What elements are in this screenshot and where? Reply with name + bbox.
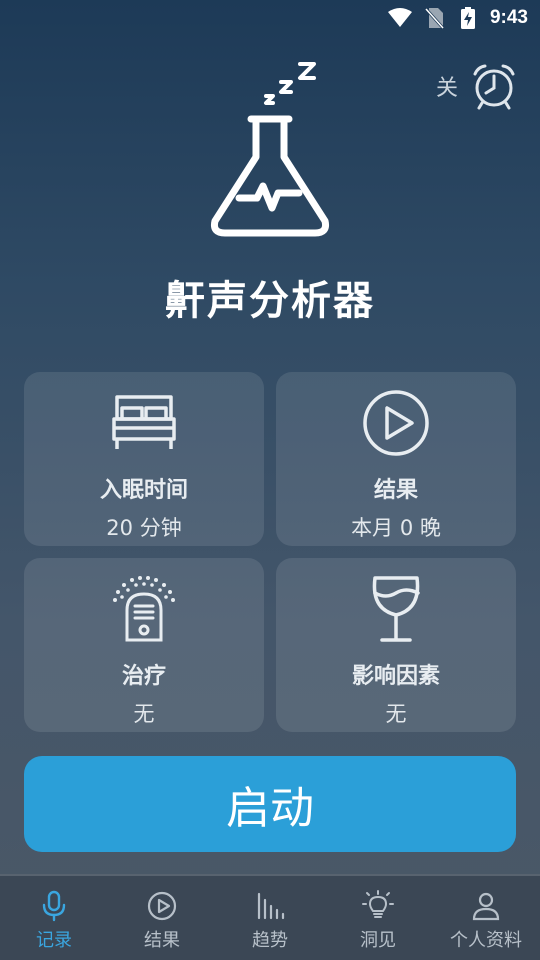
alarm-state-label: 关 [435,76,458,101]
alarm-clock-icon [473,64,515,110]
bar-chart-icon [257,892,285,920]
nav-label: 记录 [36,930,72,951]
results-value: 本月 0 晚 [351,516,441,540]
flask-logo-icon [211,115,329,237]
therapy-title: 治疗 [121,664,166,689]
play-circle-icon [360,388,432,458]
play-circle-icon [147,891,177,921]
nav-label: 结果 [144,930,180,951]
nav-item-profile[interactable]: 个人资料 [432,876,540,960]
sleep-onset-title: 入眠时间 [99,478,188,503]
bottom-nav: 记录 结果 趋势 洞见 个人资料 [0,874,540,960]
wine-glass-icon [360,574,432,644]
nav-item-results[interactable]: 结果 [108,876,216,960]
factors-title: 影响因素 [351,664,440,689]
nav-label: 个人资料 [450,930,522,951]
zzz-icon [264,62,316,105]
alarm-toggle[interactable]: 关 [436,62,518,110]
factors-value: 无 [385,702,407,726]
no-sim-icon [422,6,446,30]
sleep-onset-card[interactable]: 入眠时间 20 分钟 [24,372,264,546]
nav-label: 洞见 [360,930,396,951]
status-time: 9:43 [489,7,528,28]
wifi-icon [387,6,412,30]
lightbulb-icon [362,890,394,918]
person-icon [472,892,500,921]
microphone-icon [42,890,66,922]
humidifier-icon [108,574,180,644]
bed-icon [108,388,180,458]
sleep-onset-value: 20 分钟 [106,516,182,540]
nav-label: 趋势 [252,930,288,951]
therapy-value: 无 [133,702,155,726]
results-card[interactable]: 结果 本月 0 晚 [276,372,516,546]
status-bar: 9:43 [0,0,540,36]
factors-card[interactable]: 影响因素 无 [276,558,516,732]
app-title: 鼾声分析器 [165,278,375,324]
therapy-card[interactable]: 治疗 无 [24,558,264,732]
nav-item-trends[interactable]: 趋势 [216,876,324,960]
nav-item-record[interactable]: 记录 [0,876,108,960]
start-button[interactable]: 启动 [24,756,516,852]
nav-item-insights[interactable]: 洞见 [324,876,432,960]
results-title: 结果 [373,478,418,503]
battery-charging-icon [456,6,480,30]
